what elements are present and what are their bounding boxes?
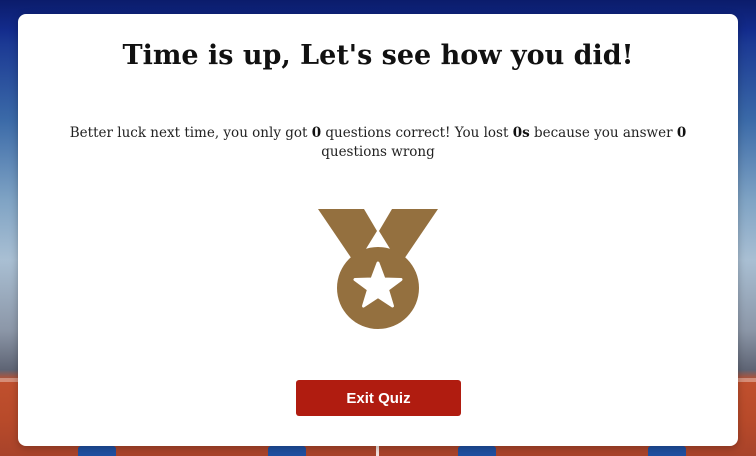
- message-text: because you answer: [529, 125, 677, 141]
- lane-marker: [268, 446, 306, 456]
- message-text: questions correct! You lost: [321, 125, 513, 141]
- bronze-medal-star-icon: [318, 209, 438, 329]
- time-lost: 0s: [512, 125, 530, 141]
- lane-marker: [458, 446, 496, 456]
- results-modal: Time is up, Let's see how you did! Bette…: [18, 14, 738, 446]
- results-message: Better luck next time, you only got 0 qu…: [68, 124, 688, 162]
- lane-marker: [648, 446, 686, 456]
- results-title: Time is up, Let's see how you did!: [122, 40, 634, 71]
- exit-quiz-button[interactable]: Exit Quiz: [296, 380, 461, 416]
- lane-marker: [78, 446, 116, 456]
- message-text: questions wrong: [321, 144, 435, 160]
- correct-count: 0: [311, 125, 322, 141]
- message-text: Better luck next time, you only got: [69, 125, 312, 141]
- wrong-count: 0: [676, 125, 687, 141]
